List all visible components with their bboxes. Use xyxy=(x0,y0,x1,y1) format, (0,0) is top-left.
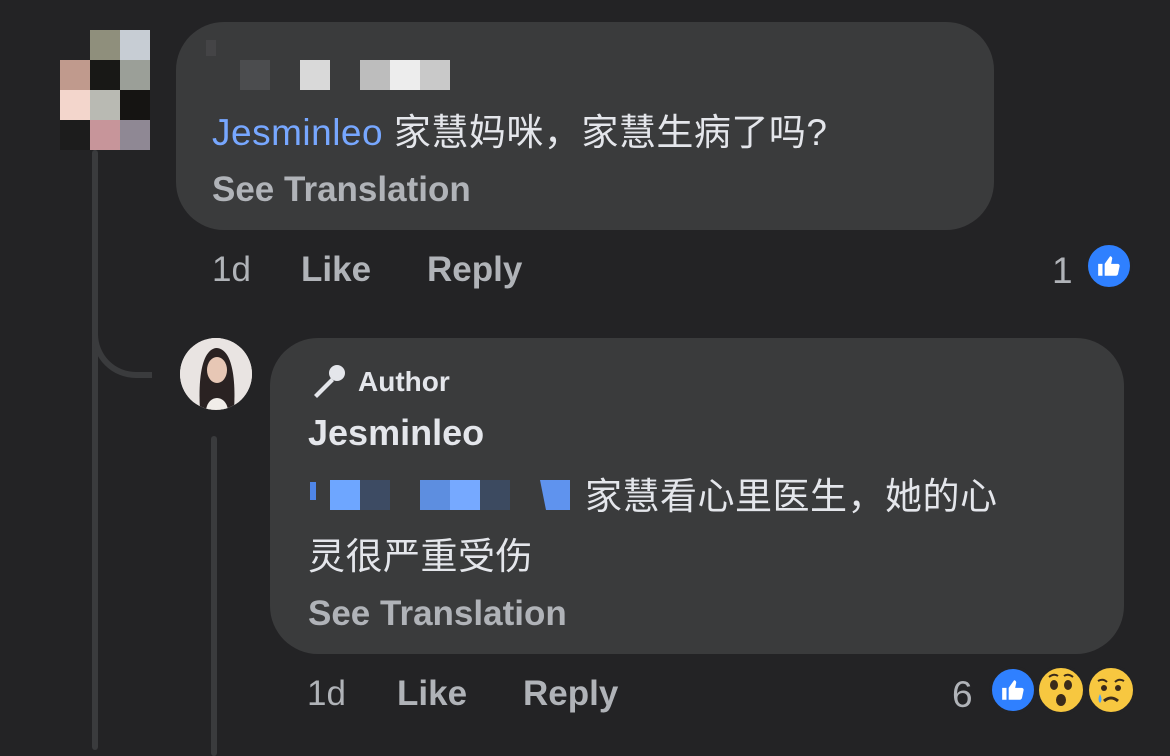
reply-button[interactable]: Reply xyxy=(427,250,522,290)
redacted-name xyxy=(300,60,330,90)
comment-body: 家慧妈咪，家慧生病了吗? xyxy=(393,112,828,153)
redacted-mention xyxy=(480,480,510,510)
reply-thread-line xyxy=(211,436,217,756)
reply-body-line2: 灵很严重受伤 xyxy=(308,536,533,577)
redacted-name xyxy=(206,40,216,56)
see-translation-link[interactable]: See Translation xyxy=(212,170,471,210)
thread-reply-connector xyxy=(92,300,152,378)
like-icon[interactable] xyxy=(989,666,1037,714)
redacted-mention xyxy=(330,480,360,510)
redacted-mention xyxy=(310,482,316,500)
wow-icon[interactable] xyxy=(1036,665,1086,715)
redacted-mention xyxy=(450,480,480,510)
redacted-mention xyxy=(360,480,390,510)
author-name[interactable]: Jesminleo xyxy=(308,412,484,454)
thread-line xyxy=(92,150,98,750)
sad-icon[interactable] xyxy=(1086,665,1136,715)
reply-body-line1: 家慧看心里医生，她的心 xyxy=(585,476,998,517)
microphone-icon xyxy=(308,362,348,402)
reaction-count[interactable]: 6 xyxy=(952,674,973,716)
redacted-name xyxy=(240,60,270,90)
redacted-name xyxy=(360,60,390,90)
redacted-name xyxy=(390,60,420,90)
like-button[interactable]: Like xyxy=(301,250,371,290)
reaction-count[interactable]: 1 xyxy=(1052,250,1073,292)
like-button[interactable]: Like xyxy=(397,674,467,714)
reply-timestamp[interactable]: 1d xyxy=(307,674,346,714)
redacted-name xyxy=(420,60,450,90)
author-avatar[interactable] xyxy=(180,338,252,410)
commenter-avatar-pixelated[interactable] xyxy=(60,30,156,150)
see-translation-link[interactable]: See Translation xyxy=(308,594,567,634)
comment-text: Jesminleo 家慧妈咪，家慧生病了吗? xyxy=(212,102,827,156)
redacted-mention xyxy=(420,480,450,510)
mention-link[interactable]: Jesminleo xyxy=(212,112,383,153)
reply-button[interactable]: Reply xyxy=(523,674,618,714)
comment-timestamp[interactable]: 1d xyxy=(212,250,251,290)
author-badge: Author xyxy=(358,366,450,397)
like-icon[interactable] xyxy=(1085,242,1133,290)
